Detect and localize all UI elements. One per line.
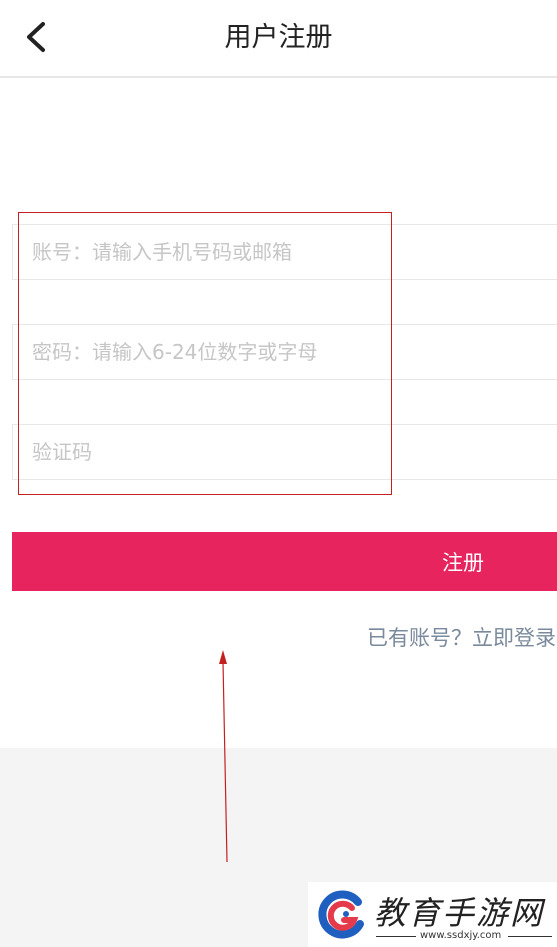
watermark-divider-left [376,936,416,937]
watermark: 教育手游网 www.ssdxjy.com [308,882,557,947]
password-input[interactable] [32,325,552,379]
account-input[interactable] [32,225,552,279]
page-title: 用户注册 [224,22,333,53]
watermark-url: www.ssdxjy.com [420,930,502,941]
login-link[interactable]: 已有账号？立即登录 [367,622,556,652]
site-logo-icon [318,890,364,939]
header-bar: 用户注册 [0,0,557,78]
verification-code-input[interactable] [32,425,552,479]
watermark-title: 教育手游网 [374,894,545,932]
verification-code-field [12,424,557,480]
watermark-divider-right [508,936,552,937]
register-button[interactable]: 注册 [12,532,557,591]
password-field [12,324,557,380]
account-field [12,224,557,280]
